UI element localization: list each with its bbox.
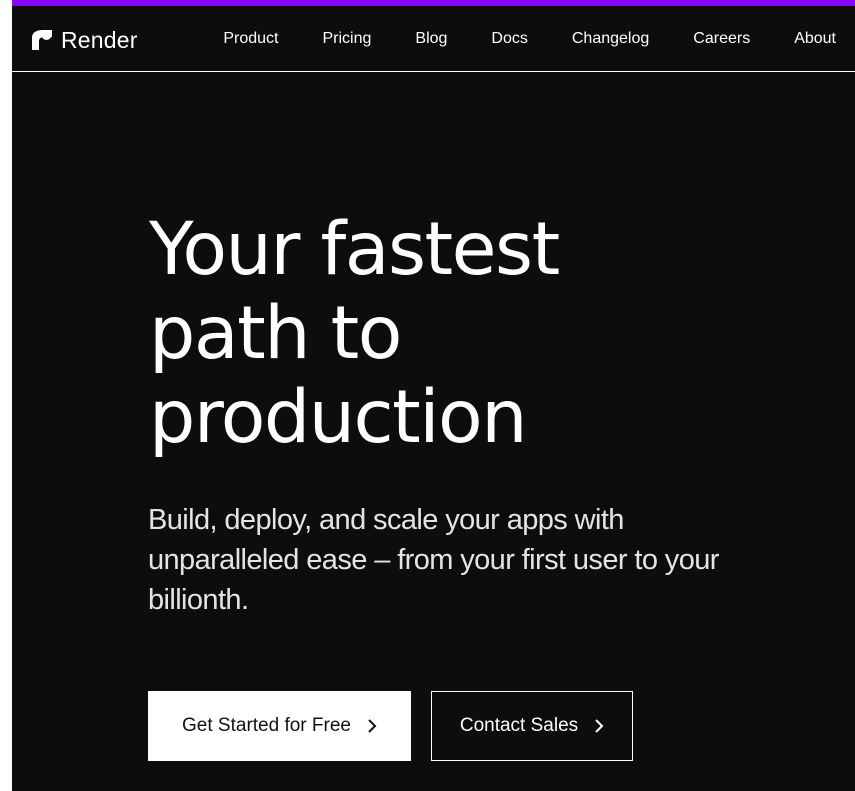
hero-title-line-1: Your fastest (149, 207, 560, 292)
get-started-button[interactable]: Get Started for Free (148, 691, 411, 761)
chevron-right-icon (367, 719, 377, 733)
nav-item-changelog[interactable]: Changelog (572, 29, 649, 49)
hero-title-line-2: path to (149, 291, 402, 376)
chevron-right-icon (594, 719, 604, 733)
contact-sales-button[interactable]: Contact Sales (431, 691, 633, 761)
hero-title-line-3: production (149, 375, 527, 460)
render-logo-icon (31, 29, 53, 51)
contact-sales-label: Contact Sales (459, 715, 579, 736)
top-nav: Render Product Pricing Blog Docs Changel… (12, 6, 855, 72)
hero-title: Your fastest path to production (149, 208, 789, 460)
nav-item-docs[interactable]: Docs (491, 29, 527, 49)
nav-item-about[interactable]: About (794, 29, 836, 49)
nav-item-careers[interactable]: Careers (693, 29, 750, 49)
nav-links: Product Pricing Blog Docs Changelog Care… (223, 29, 836, 49)
page: Render Product Pricing Blog Docs Changel… (12, 0, 855, 791)
brand-name: Render (61, 27, 138, 53)
nav-item-blog[interactable]: Blog (415, 29, 447, 49)
cta-row: Get Started for Free Contact Sales (148, 691, 633, 761)
hero-subtitle: Build, deploy, and scale your apps with … (148, 504, 719, 616)
get-started-label: Get Started for Free (182, 715, 351, 736)
brand-link[interactable]: Render (31, 27, 138, 53)
nav-item-pricing[interactable]: Pricing (322, 29, 371, 49)
nav-item-product[interactable]: Product (223, 29, 278, 49)
